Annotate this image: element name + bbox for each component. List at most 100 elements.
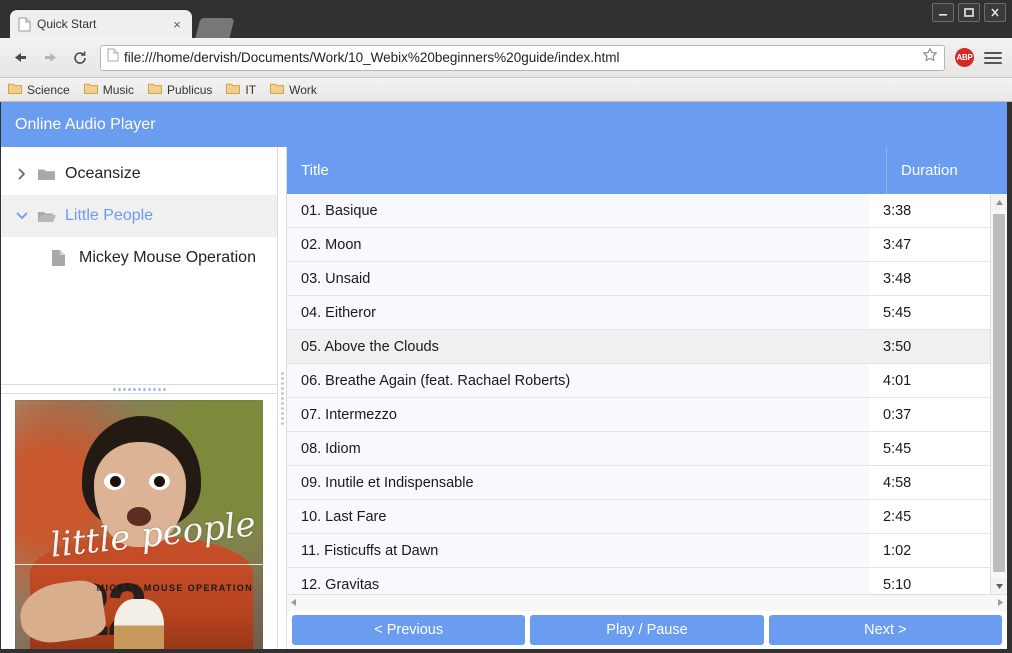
minimize-icon[interactable] bbox=[932, 3, 954, 22]
horizontal-resizer[interactable] bbox=[1, 385, 277, 394]
column-header-duration[interactable]: Duration bbox=[886, 147, 1007, 194]
folder-open-icon bbox=[37, 209, 57, 224]
table-row[interactable]: 06. Breathe Again (feat. Rachael Roberts… bbox=[287, 364, 990, 398]
resizer-grip-icon bbox=[279, 371, 285, 425]
cell-duration: 3:48 bbox=[869, 262, 990, 295]
bookmark-label: Music bbox=[102, 82, 135, 97]
cell-title: 10. Last Fare bbox=[287, 500, 869, 533]
table-row[interactable]: 05. Above the Clouds 3:50 bbox=[287, 330, 990, 364]
column-header-label: Duration bbox=[901, 162, 958, 179]
cell-duration: 5:10 bbox=[869, 568, 990, 594]
tab-title: Quick Start bbox=[37, 17, 97, 31]
bookmark-item[interactable]: Publicus bbox=[148, 81, 212, 99]
bookmark-item[interactable]: Work bbox=[270, 81, 317, 99]
bookmark-label: Science bbox=[27, 82, 70, 97]
previous-button[interactable]: < Previous bbox=[292, 615, 526, 645]
star-icon[interactable] bbox=[922, 47, 938, 68]
scroll-up-arrow-icon[interactable] bbox=[991, 194, 1007, 210]
table-row[interactable]: 09. Inutile et Indispensable 4:58 bbox=[287, 466, 990, 500]
bookmarks-bar: Science Music Publicus IT Work bbox=[0, 78, 1012, 102]
bookmark-item[interactable]: Music bbox=[83, 81, 135, 99]
back-arrow-icon[interactable] bbox=[10, 48, 30, 68]
folder-icon bbox=[226, 81, 241, 99]
document-icon bbox=[107, 48, 119, 67]
album-tree: Oceansize Little People Mickey Mouse Ope… bbox=[1, 147, 277, 385]
new-tab-button[interactable] bbox=[195, 18, 235, 38]
cell-duration: 2:45 bbox=[869, 500, 990, 533]
table-row[interactable]: 08. Idiom 5:45 bbox=[287, 432, 990, 466]
table-row[interactable]: 04. Eitheror 5:45 bbox=[287, 296, 990, 330]
cell-title: 05. Above the Clouds bbox=[287, 330, 869, 363]
play-pause-button[interactable]: Play / Pause bbox=[530, 615, 764, 645]
cell-title: 11. Fisticuffs at Dawn bbox=[287, 534, 869, 567]
adblock-plus-icon[interactable]: ABP bbox=[955, 48, 974, 67]
cell-duration: 4:01 bbox=[869, 364, 990, 397]
browser-tab[interactable]: Quick Start × bbox=[10, 10, 192, 38]
table-row[interactable]: 02. Moon 3:47 bbox=[287, 228, 990, 262]
album-cover-panel: 22 little people MICKEY MOUSE OPERATION bbox=[1, 394, 277, 649]
left-panel: Oceansize Little People Mickey Mouse Ope… bbox=[1, 147, 278, 649]
scrollbar-thumb[interactable] bbox=[993, 214, 1005, 572]
scroll-left-arrow-icon[interactable] bbox=[290, 594, 297, 611]
tree-item-oceansize[interactable]: Oceansize bbox=[1, 153, 277, 195]
cell-title: 06. Breathe Again (feat. Rachael Roberts… bbox=[287, 364, 869, 397]
bookmark-item[interactable]: IT bbox=[226, 81, 256, 99]
reload-icon[interactable] bbox=[70, 48, 90, 68]
scrollbar-track[interactable] bbox=[991, 210, 1007, 578]
bookmark-item[interactable]: Science bbox=[8, 81, 70, 99]
chevron-down-icon[interactable] bbox=[15, 211, 29, 221]
cell-duration: 3:47 bbox=[869, 228, 990, 261]
tree-item-label: Mickey Mouse Operation bbox=[79, 249, 256, 266]
grid-body-row: 01. Basique 3:38 02. Moon 3:47 03. Unsai… bbox=[287, 194, 1007, 594]
document-icon bbox=[51, 249, 71, 267]
maximize-icon[interactable] bbox=[958, 3, 980, 22]
cell-title: 09. Inutile et Indispensable bbox=[287, 466, 869, 499]
next-button[interactable]: Next > bbox=[768, 615, 1002, 645]
app-header: Online Audio Player bbox=[1, 102, 1007, 147]
scroll-right-arrow-icon[interactable] bbox=[997, 594, 1004, 611]
right-panel: Title Duration 01. Basique 3:38 02. Moon… bbox=[287, 147, 1007, 649]
folder-closed-icon bbox=[37, 167, 57, 182]
scroll-down-arrow-icon[interactable] bbox=[991, 578, 1007, 594]
folder-icon bbox=[83, 81, 98, 99]
cover-ice-cream-cone bbox=[114, 599, 164, 649]
page-content: Online Audio Player Oceansize Little Peo… bbox=[0, 102, 1012, 653]
grid-body: 01. Basique 3:38 02. Moon 3:47 03. Unsai… bbox=[287, 194, 990, 594]
address-bar-url[interactable]: file:///home/dervish/Documents/Work/10_W… bbox=[124, 50, 917, 65]
tree-item-label: Oceansize bbox=[65, 165, 141, 182]
forward-arrow-icon bbox=[40, 48, 60, 68]
cell-title: 07. Intermezzo bbox=[287, 398, 869, 431]
table-row[interactable]: 01. Basique 3:38 bbox=[287, 194, 990, 228]
app-body: Oceansize Little People Mickey Mouse Ope… bbox=[1, 147, 1007, 649]
browser-window: Quick Start × file:///home/dervish/Docum… bbox=[0, 0, 1012, 653]
table-row[interactable]: 07. Intermezzo 0:37 bbox=[287, 398, 990, 432]
browser-toolbar: file:///home/dervish/Documents/Work/10_W… bbox=[0, 38, 1012, 78]
hamburger-menu-icon[interactable] bbox=[984, 51, 1002, 64]
folder-icon bbox=[270, 81, 285, 99]
close-icon[interactable]: × bbox=[170, 18, 184, 31]
tree-item-mickey-mouse-operation[interactable]: Mickey Mouse Operation bbox=[1, 237, 277, 279]
vertical-resizer[interactable] bbox=[278, 147, 287, 649]
address-bar[interactable]: file:///home/dervish/Documents/Work/10_W… bbox=[100, 44, 945, 71]
album-subtitle: MICKEY MOUSE OPERATION bbox=[96, 583, 254, 594]
table-row[interactable]: 03. Unsaid 3:48 bbox=[287, 262, 990, 296]
column-header-label: Title bbox=[301, 162, 329, 179]
bookmark-label: IT bbox=[245, 82, 257, 97]
table-row[interactable]: 12. Gravitas 5:10 bbox=[287, 568, 990, 594]
cell-duration: 1:02 bbox=[869, 534, 990, 567]
vertical-scrollbar[interactable] bbox=[990, 194, 1007, 594]
chevron-right-icon[interactable] bbox=[15, 168, 29, 180]
close-icon[interactable] bbox=[984, 3, 1006, 22]
table-row[interactable]: 10. Last Fare 2:45 bbox=[287, 500, 990, 534]
table-row[interactable]: 11. Fisticuffs at Dawn 1:02 bbox=[287, 534, 990, 568]
window-controls bbox=[932, 3, 1006, 22]
cell-title: 04. Eitheror bbox=[287, 296, 869, 329]
document-icon bbox=[18, 17, 31, 32]
bookmark-label: Publicus bbox=[167, 82, 213, 97]
cell-duration: 0:37 bbox=[869, 398, 990, 431]
horizontal-scrollbar[interactable] bbox=[287, 594, 1007, 611]
cell-title: 12. Gravitas bbox=[287, 568, 869, 594]
tree-item-label: Little People bbox=[65, 207, 154, 224]
column-header-title[interactable]: Title bbox=[287, 147, 886, 194]
tree-item-little-people[interactable]: Little People bbox=[1, 195, 277, 237]
